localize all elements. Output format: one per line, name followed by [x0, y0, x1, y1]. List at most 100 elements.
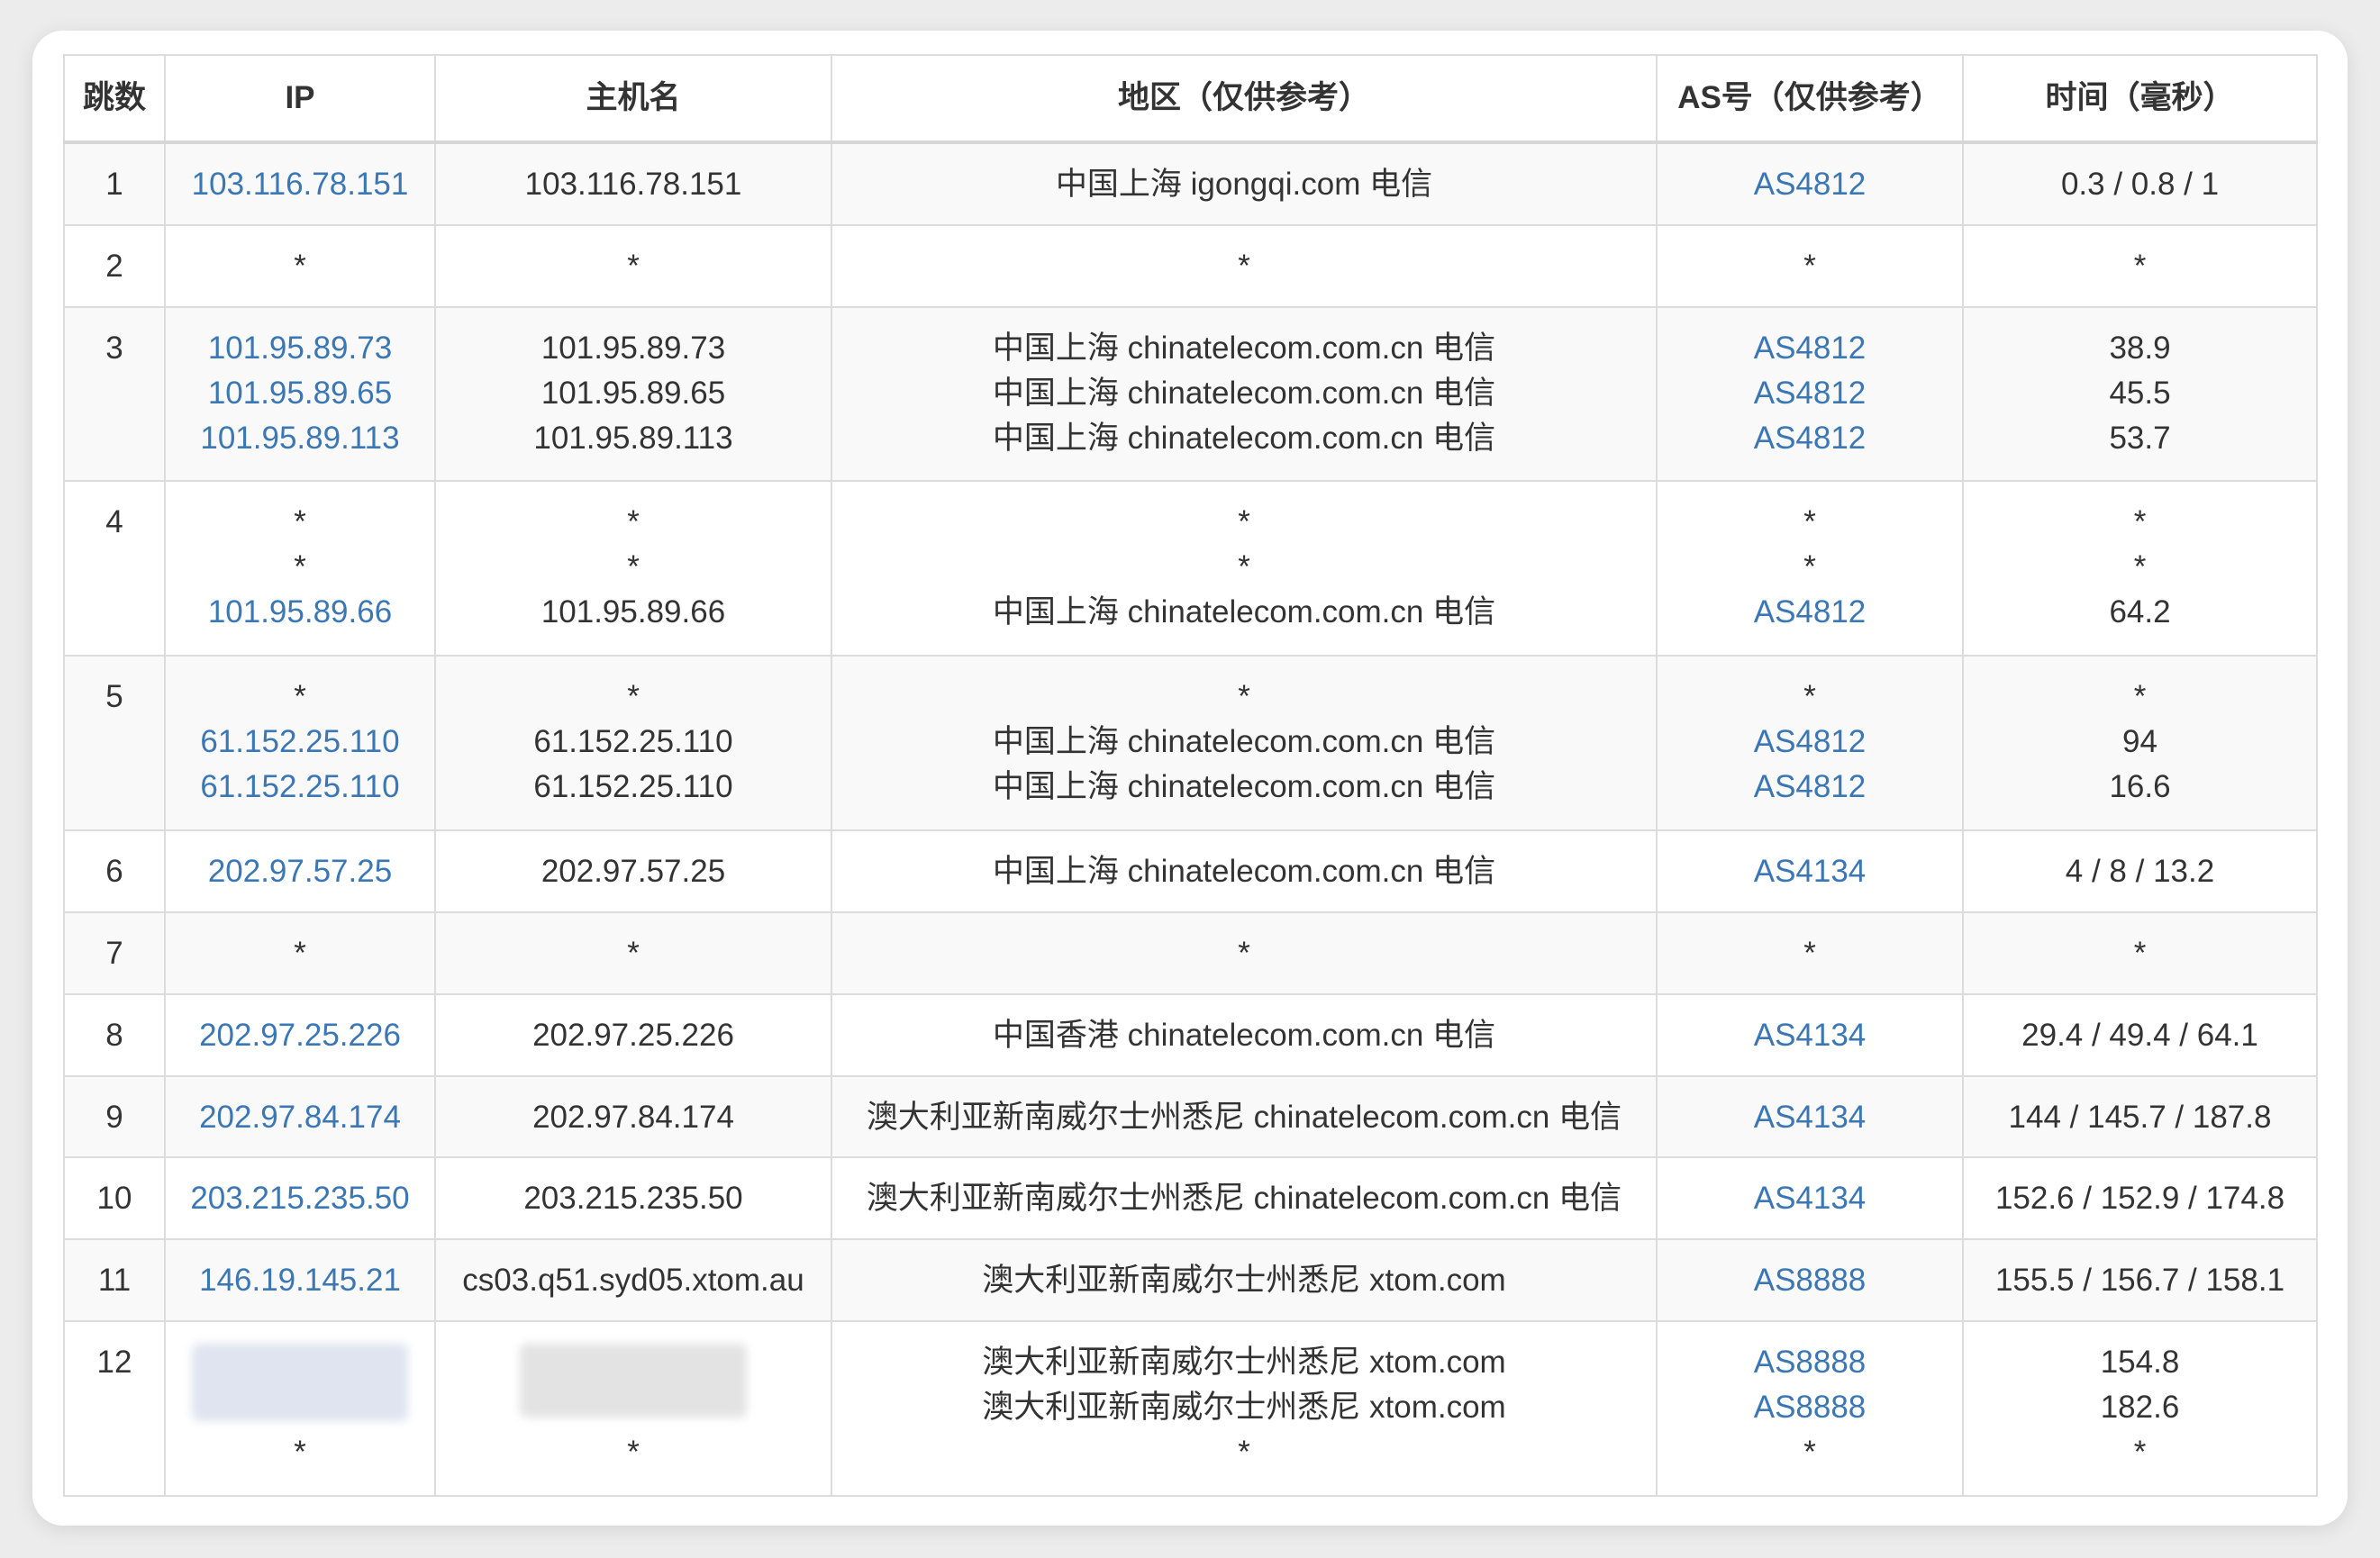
time-value: 152.6 / 152.9 / 174.8	[1994, 1181, 2285, 1217]
region-cell: *	[831, 911, 1658, 995]
hop-number: 8	[105, 1017, 123, 1053]
region-cell: 澳大利亚新南威尔士州悉尼 xtom.com 澳大利亚新南威尔士州悉尼 xtom.c…	[831, 1319, 1658, 1498]
as-link[interactable]: AS4812	[1658, 162, 1962, 207]
table-row: 11 146.19.145.21 cs03.q51.syd05.xtom.au 澳大利…	[63, 1238, 2318, 1322]
time-value: 64.2	[2109, 594, 2171, 630]
as-link[interactable]: AS4812	[1658, 590, 1962, 635]
as-link[interactable]: AS4812	[1658, 371, 1962, 416]
region-value: 中国上海 igongqi.com 电信	[1055, 167, 1433, 202]
as-value: *	[1803, 549, 1816, 585]
header-as: AS号（仅供参考）	[1656, 54, 1964, 144]
as-cell: * * AS4812	[1656, 480, 1964, 657]
ip-link[interactable]: 146.19.145.21	[166, 1258, 434, 1303]
as-link[interactable]: AS4812	[1658, 416, 1962, 461]
ip-link[interactable]: 203.215.235.50	[166, 1176, 434, 1221]
hop-number: 3	[105, 330, 123, 366]
host-value: 202.97.84.174	[532, 1099, 734, 1135]
time-value: 155.5 / 156.7 / 158.1	[1994, 1263, 2285, 1299]
region-cell: 澳大利亚新南威尔士州悉尼 chinatelecom.com.cn 电信	[831, 1156, 1658, 1241]
table-row: 4 * * 101.95.89.66 * * 101.95.89.66 * * 中国上海 chin…	[63, 480, 2318, 657]
time-value: 45.5	[2109, 375, 2171, 411]
as-value: *	[1803, 1434, 1816, 1470]
host-value: *	[627, 248, 640, 284]
ip-cell: 103.116.78.151	[164, 141, 436, 226]
ip-link[interactable]: 103.116.78.151	[166, 162, 434, 207]
host-value: 61.152.25.110	[533, 769, 733, 805]
hop-number: 10	[96, 1181, 132, 1217]
time-cell: 152.6 / 152.9 / 174.8	[1962, 1156, 2318, 1241]
hop-number: 7	[105, 936, 123, 972]
ip-link[interactable]: 202.97.25.226	[166, 1013, 434, 1058]
table-row: 1 103.116.78.151 103.116.78.151 中国上海 igongq…	[63, 141, 2318, 226]
ip-cell: * * 101.95.89.66	[164, 480, 436, 657]
table-row: 12 * * 澳大利亚新南威尔士州悉尼 xtom.com 澳大利亚新南威尔士州悉尼 xt…	[63, 1319, 2318, 1498]
ip-cell: 101.95.89.73 101.95.89.65 101.95.89.113	[164, 305, 436, 483]
region-value: 中国上海 chinatelecom.com.cn 电信	[992, 724, 1496, 760]
as-cell: AS4812 AS4812 AS4812	[1656, 305, 1964, 483]
as-link[interactable]: AS4134	[1658, 1013, 1962, 1058]
ip-cell: 202.97.57.25	[164, 829, 436, 914]
host-value: *	[627, 1434, 640, 1470]
table-row: 5 * 61.152.25.110 61.152.25.110 * 61.152.25.1…	[63, 655, 2318, 832]
ip-link[interactable]: 202.97.57.25	[166, 849, 434, 894]
host-value: cs03.q51.syd05.xtom.au	[462, 1263, 804, 1299]
as-link[interactable]: AS4812	[1658, 720, 1962, 765]
ip-link[interactable]: 61.152.25.110	[166, 720, 434, 765]
host-cell: 202.97.25.226	[434, 992, 832, 1077]
header-time: 时间（毫秒）	[1962, 54, 2318, 144]
time-cell: 38.9 45.5 53.7	[1962, 305, 2318, 483]
as-cell: AS8888	[1656, 1238, 1964, 1322]
ip-value: *	[294, 936, 306, 972]
region-value: 澳大利亚新南威尔士州悉尼 chinatelecom.com.cn 电信	[866, 1099, 1622, 1135]
as-link[interactable]: AS4812	[1658, 326, 1962, 371]
host-cell: *	[434, 223, 832, 308]
host-cell: 202.97.57.25	[434, 829, 832, 914]
as-value: *	[1803, 936, 1816, 972]
region-value: *	[1238, 936, 1250, 972]
hop-cell: 5	[63, 655, 166, 832]
time-cell: 154.8 182.6 *	[1962, 1319, 2318, 1498]
hop-cell: 1	[63, 141, 166, 226]
as-cell: AS4134	[1656, 829, 1964, 914]
ip-link[interactable]: 202.97.84.174	[166, 1095, 434, 1140]
time-value: *	[2133, 1434, 2147, 1470]
host-value: 203.215.235.50	[523, 1181, 743, 1217]
time-value: 144 / 145.7 / 187.8	[2008, 1099, 2272, 1135]
header-hop: 跳数	[63, 54, 166, 144]
as-link[interactable]: AS8888	[1658, 1258, 1962, 1303]
hop-number: 9	[105, 1099, 123, 1135]
hop-number: 5	[105, 679, 123, 715]
as-link[interactable]: AS4134	[1658, 1095, 1962, 1140]
table-row: 6 202.97.57.25 202.97.57.25 中国上海 chinatelec…	[63, 829, 2318, 914]
as-link[interactable]: AS4134	[1658, 849, 1962, 894]
header-ip: IP	[164, 54, 436, 144]
hop-cell: 4	[63, 480, 166, 657]
region-value: *	[1238, 549, 1250, 585]
as-link[interactable]: AS8888	[1658, 1340, 1962, 1385]
time-cell: 0.3 / 0.8 / 1	[1962, 141, 2318, 226]
as-link[interactable]: AS8888	[1658, 1385, 1962, 1430]
host-cell: *	[434, 911, 832, 995]
ip-link[interactable]: 101.95.89.65	[166, 371, 434, 416]
hop-number: 6	[105, 854, 123, 890]
time-cell: 29.4 / 49.4 / 64.1	[1962, 992, 2318, 1077]
hop-number: 4	[105, 504, 123, 540]
ip-link[interactable]: 101.95.89.66	[166, 590, 434, 635]
ip-link[interactable]: 101.95.89.113	[166, 416, 434, 461]
time-cell: *	[1962, 911, 2318, 995]
ip-link[interactable]: 101.95.89.73	[166, 326, 434, 371]
hop-number: 12	[96, 1344, 132, 1380]
host-value: 101.95.89.65	[540, 375, 726, 411]
time-value: 182.6	[2100, 1389, 2180, 1425]
ip-cell: *	[164, 223, 436, 308]
hop-cell: 8	[63, 992, 166, 1077]
as-link[interactable]: AS4134	[1658, 1176, 1962, 1221]
redacted-host	[436, 1340, 831, 1430]
table-row: 8 202.97.25.226 202.97.25.226 中国香港 chinatel…	[63, 992, 2318, 1077]
traceroute-table: 跳数 IP 主机名 地区（仅供参考） AS号（仅供参考） 时间（毫秒） 1 103…	[63, 54, 2318, 1498]
ip-link[interactable]: 61.152.25.110	[166, 765, 434, 810]
table-row: 10 203.215.235.50 203.215.235.50 澳大利亚新南威尔士州…	[63, 1156, 2318, 1241]
host-value: 103.116.78.151	[524, 167, 742, 202]
as-link[interactable]: AS4812	[1658, 765, 1962, 810]
time-value: 29.4 / 49.4 / 64.1	[2021, 1017, 2258, 1053]
